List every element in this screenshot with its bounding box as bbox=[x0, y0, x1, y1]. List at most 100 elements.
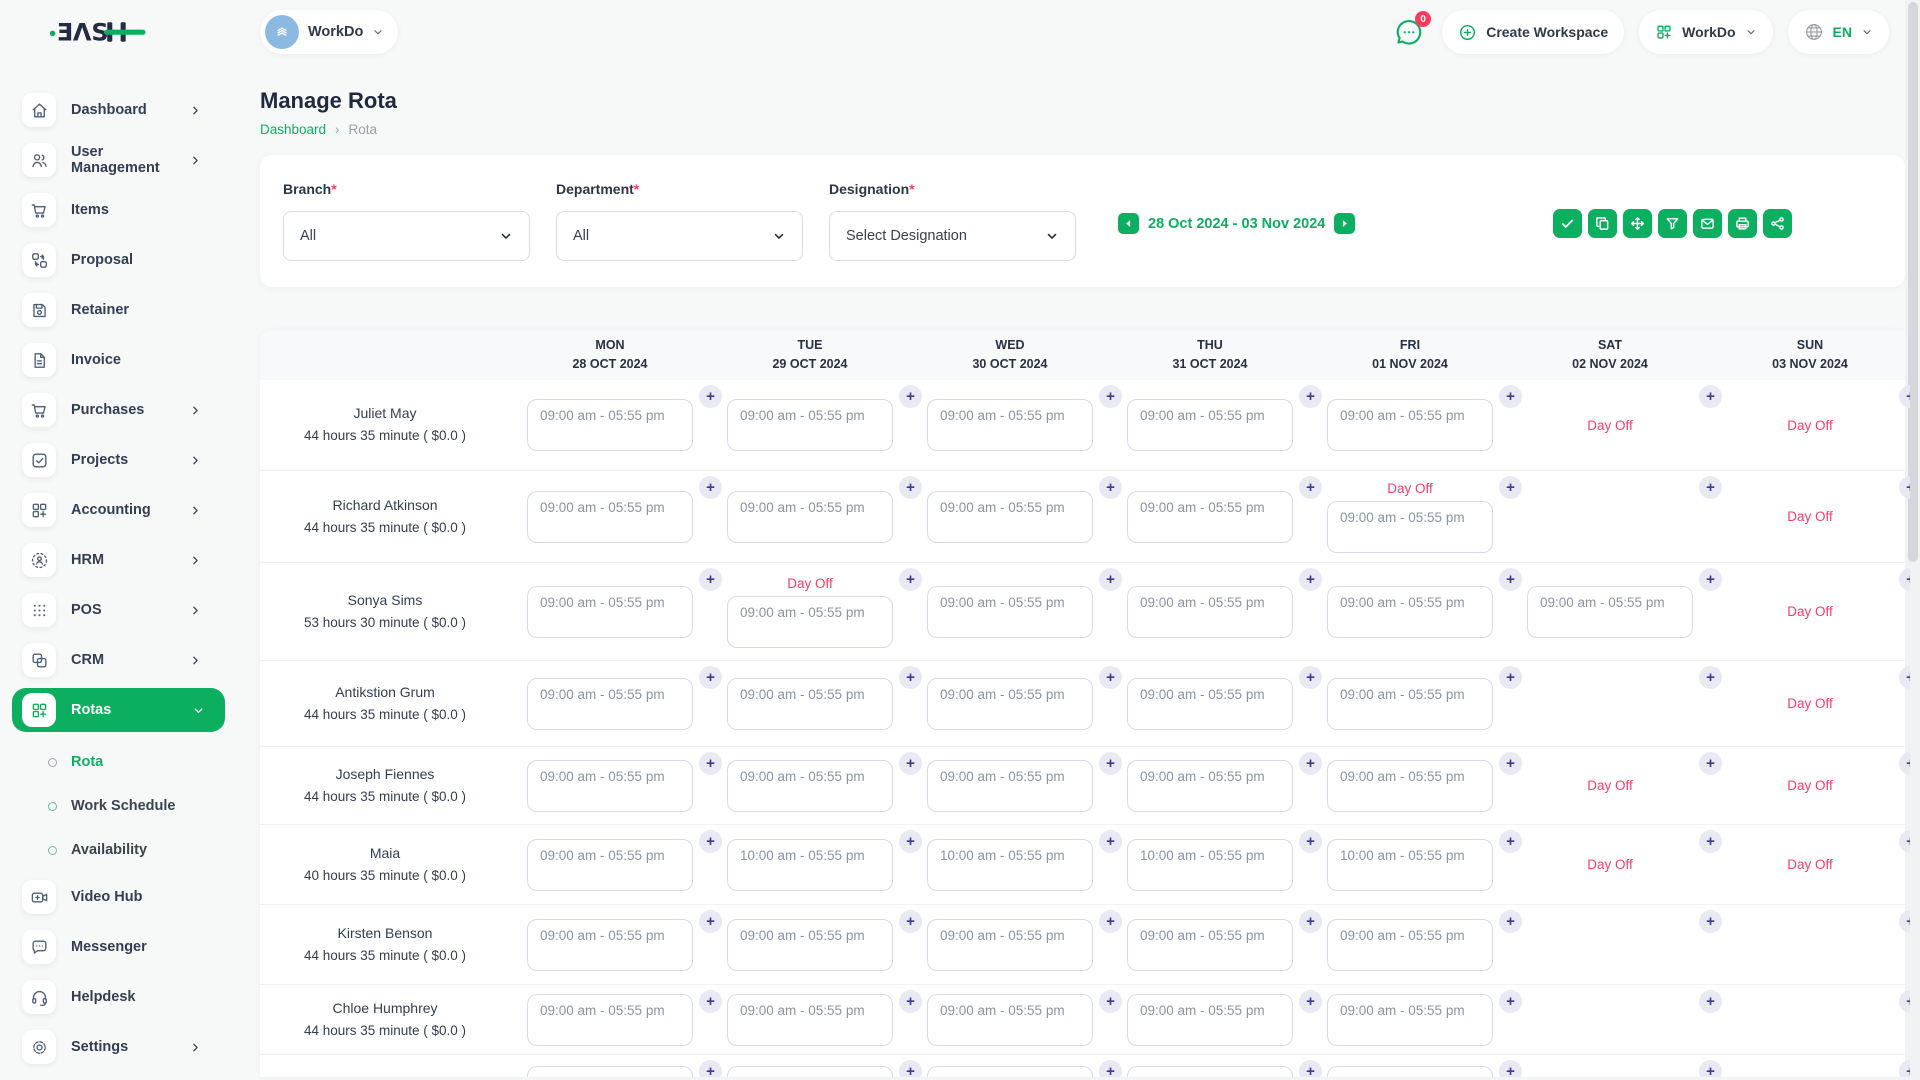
workdo-menu-button[interactable]: WorkDo bbox=[1639, 10, 1772, 54]
print-button[interactable] bbox=[1728, 209, 1757, 238]
shift-slot[interactable]: 09:00 am - 05:55 pm bbox=[1327, 1066, 1493, 1078]
add-shift-button[interactable]: + bbox=[1099, 1060, 1122, 1077]
shift-slot[interactable]: 09:00 am - 05:55 pm bbox=[1127, 919, 1293, 971]
shift-slot[interactable]: 09:00 am - 05:55 pm bbox=[527, 760, 693, 812]
shift-slot[interactable]: 09:00 am - 05:55 pm bbox=[727, 1066, 893, 1078]
add-shift-button[interactable]: + bbox=[1299, 568, 1322, 591]
shift-slot[interactable]: 09:00 am - 05:55 pm bbox=[927, 1066, 1093, 1078]
add-shift-button[interactable]: + bbox=[699, 1060, 722, 1077]
add-shift-button[interactable]: + bbox=[899, 910, 922, 933]
sidebar-item-messenger[interactable]: Messenger bbox=[0, 922, 230, 972]
move-button[interactable] bbox=[1623, 209, 1652, 238]
sidebar-item-video-hub[interactable]: Video Hub bbox=[0, 872, 230, 922]
add-shift-button[interactable]: + bbox=[1899, 1060, 1910, 1077]
add-shift-button[interactable]: + bbox=[1299, 666, 1322, 689]
shift-slot[interactable]: 09:00 am - 05:55 pm bbox=[727, 919, 893, 971]
add-shift-button[interactable]: + bbox=[1499, 666, 1522, 689]
sidebar-item-hrm[interactable]: HRM bbox=[0, 535, 230, 585]
shift-slot[interactable]: 10:00 am - 05:55 pm bbox=[727, 839, 893, 891]
add-shift-button[interactable]: + bbox=[1499, 830, 1522, 853]
add-shift-button[interactable]: + bbox=[1899, 910, 1910, 933]
add-shift-button[interactable]: + bbox=[899, 568, 922, 591]
shift-slot[interactable]: 09:00 am - 05:55 pm bbox=[727, 596, 893, 648]
add-shift-button[interactable]: + bbox=[1699, 910, 1722, 933]
add-shift-button[interactable]: + bbox=[1499, 568, 1522, 591]
add-shift-button[interactable]: + bbox=[1299, 385, 1322, 408]
shift-slot[interactable]: 09:00 am - 05:55 pm bbox=[927, 586, 1093, 638]
add-shift-button[interactable]: + bbox=[699, 990, 722, 1013]
add-shift-button[interactable]: + bbox=[1299, 910, 1322, 933]
messenger-button[interactable]: 0 bbox=[1391, 14, 1427, 50]
email-button[interactable] bbox=[1693, 209, 1722, 238]
designation-select[interactable]: Select Designation bbox=[829, 211, 1076, 261]
sidebar-item-invoice[interactable]: Invoice bbox=[0, 335, 230, 385]
add-shift-button[interactable]: + bbox=[899, 990, 922, 1013]
sidebar-item-retainer[interactable]: Retainer bbox=[0, 285, 230, 335]
breadcrumb-dashboard-link[interactable]: Dashboard bbox=[260, 122, 326, 137]
add-shift-button[interactable]: + bbox=[1099, 752, 1122, 775]
add-shift-button[interactable]: + bbox=[1899, 830, 1910, 853]
shift-slot[interactable]: 09:00 am - 05:55 pm bbox=[727, 678, 893, 730]
shift-slot[interactable]: 10:00 am - 05:55 pm bbox=[1127, 839, 1293, 891]
add-shift-button[interactable]: + bbox=[1699, 1060, 1722, 1077]
shift-slot[interactable]: 09:00 am - 05:55 pm bbox=[1127, 994, 1293, 1046]
add-shift-button[interactable]: + bbox=[1899, 385, 1910, 408]
copy-button[interactable] bbox=[1588, 209, 1617, 238]
add-shift-button[interactable]: + bbox=[1299, 990, 1322, 1013]
shift-slot[interactable]: 09:00 am - 05:55 pm bbox=[527, 678, 693, 730]
shift-slot[interactable]: 09:00 am - 05:55 pm bbox=[1527, 586, 1693, 638]
share-button[interactable] bbox=[1763, 209, 1792, 238]
language-selector[interactable]: EN bbox=[1788, 10, 1889, 54]
add-shift-button[interactable]: + bbox=[899, 385, 922, 408]
shift-slot[interactable]: 09:00 am - 05:55 pm bbox=[527, 586, 693, 638]
shift-slot[interactable]: 09:00 am - 05:55 pm bbox=[1327, 678, 1493, 730]
shift-slot[interactable]: 09:00 am - 05:55 pm bbox=[1127, 1066, 1293, 1078]
add-shift-button[interactable]: + bbox=[1899, 990, 1910, 1013]
add-shift-button[interactable]: + bbox=[699, 752, 722, 775]
add-shift-button[interactable]: + bbox=[1099, 385, 1122, 408]
sidebar-item-user-management[interactable]: User Management bbox=[0, 135, 230, 185]
sidebar-item-items[interactable]: Items bbox=[0, 185, 230, 235]
shift-slot[interactable]: 09:00 am - 05:55 pm bbox=[927, 919, 1093, 971]
dash-logo[interactable]: ƎΛS bbox=[50, 18, 146, 51]
add-shift-button[interactable]: + bbox=[1099, 568, 1122, 591]
shift-slot[interactable]: 09:00 am - 05:55 pm bbox=[727, 491, 893, 543]
add-shift-button[interactable]: + bbox=[699, 830, 722, 853]
add-shift-button[interactable]: + bbox=[899, 752, 922, 775]
department-select[interactable]: All bbox=[556, 211, 803, 261]
shift-slot[interactable]: 09:00 am - 05:55 pm bbox=[1127, 399, 1293, 451]
shift-slot[interactable]: 09:00 am - 05:55 pm bbox=[727, 399, 893, 451]
add-shift-button[interactable]: + bbox=[1699, 476, 1722, 499]
sidebar-item-pos[interactable]: POS bbox=[0, 585, 230, 635]
add-shift-button[interactable]: + bbox=[1899, 752, 1910, 775]
add-shift-button[interactable]: + bbox=[1499, 752, 1522, 775]
add-shift-button[interactable]: + bbox=[1699, 830, 1722, 853]
shift-slot[interactable]: 09:00 am - 05:55 pm bbox=[927, 399, 1093, 451]
add-shift-button[interactable]: + bbox=[1499, 385, 1522, 408]
add-shift-button[interactable]: + bbox=[1099, 910, 1122, 933]
add-shift-button[interactable]: + bbox=[699, 385, 722, 408]
add-shift-button[interactable]: + bbox=[1499, 1060, 1522, 1077]
sidebar-item-rotas[interactable]: Rotas bbox=[12, 688, 225, 732]
shift-slot[interactable]: 09:00 am - 05:55 pm bbox=[927, 994, 1093, 1046]
sidebar-item-accounting[interactable]: Accounting bbox=[0, 485, 230, 535]
shift-slot[interactable]: 09:00 am - 05:55 pm bbox=[1327, 760, 1493, 812]
add-shift-button[interactable]: + bbox=[699, 476, 722, 499]
sidebar-item-projects[interactable]: Projects bbox=[0, 435, 230, 485]
add-shift-button[interactable]: + bbox=[699, 568, 722, 591]
filter-button[interactable] bbox=[1658, 209, 1687, 238]
add-shift-button[interactable]: + bbox=[899, 830, 922, 853]
previous-week-button[interactable] bbox=[1118, 213, 1139, 234]
sidebar-subitem-work-schedule[interactable]: Work Schedule bbox=[0, 784, 230, 828]
sidebar-item-proposal[interactable]: Proposal bbox=[0, 235, 230, 285]
shift-slot[interactable]: 10:00 am - 05:55 pm bbox=[927, 839, 1093, 891]
add-shift-button[interactable]: + bbox=[1699, 666, 1722, 689]
shift-slot[interactable]: 09:00 am - 05:55 pm bbox=[1327, 994, 1493, 1046]
add-shift-button[interactable]: + bbox=[1899, 666, 1910, 689]
shift-slot[interactable]: 09:00 am - 05:55 pm bbox=[1327, 399, 1493, 451]
add-shift-button[interactable]: + bbox=[1299, 830, 1322, 853]
add-shift-button[interactable]: + bbox=[1299, 1060, 1322, 1077]
sidebar-item-dashboard[interactable]: Dashboard bbox=[0, 85, 230, 135]
add-shift-button[interactable]: + bbox=[1699, 568, 1722, 591]
add-shift-button[interactable]: + bbox=[1699, 990, 1722, 1013]
